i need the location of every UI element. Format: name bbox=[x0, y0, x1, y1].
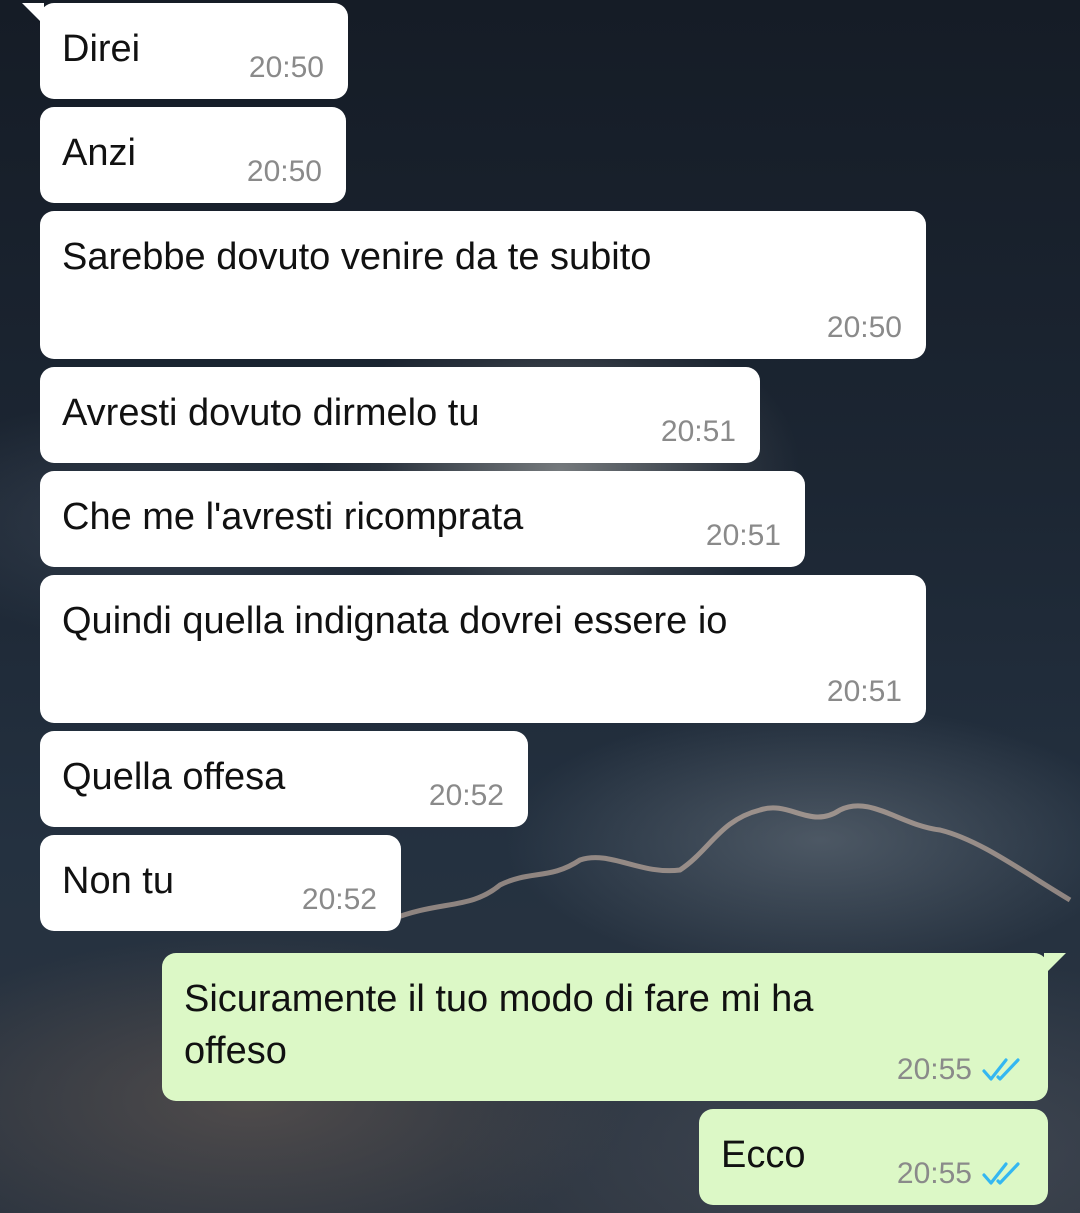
incoming-message[interactable]: Non tu 20:52 bbox=[40, 835, 401, 931]
incoming-message[interactable]: Sarebbe dovuto venire da te subito 20:50 bbox=[40, 211, 926, 359]
message-time: 20:51 bbox=[826, 675, 902, 708]
message-text: Che me l'avresti ricomprata bbox=[62, 496, 524, 538]
message-time: 20:50 bbox=[826, 311, 902, 344]
message-time: 20:52 bbox=[301, 883, 377, 916]
message-text: Quindi quella indignata dovrei essere io bbox=[62, 600, 728, 642]
incoming-message[interactable]: Quella offesa 20:52 bbox=[40, 731, 528, 827]
incoming-message[interactable]: Anzi 20:50 bbox=[40, 107, 346, 203]
message-text: Sicuramente il tuo modo di fare mi ha of… bbox=[184, 978, 814, 1072]
message-text: Avresti dovuto dirmelo tu bbox=[62, 392, 480, 434]
double-check-icon bbox=[982, 1162, 1020, 1185]
outgoing-message[interactable]: Ecco 20:55 bbox=[699, 1109, 1048, 1205]
outgoing-message[interactable]: Sicuramente il tuo modo di fare mi ha of… bbox=[162, 953, 1066, 1101]
incoming-message[interactable]: Quindi quella indignata dovrei essere io… bbox=[40, 575, 926, 723]
incoming-message[interactable]: Avresti dovuto dirmelo tu 20:51 bbox=[40, 367, 760, 463]
message-time: 20:55 bbox=[897, 1157, 1024, 1191]
incoming-message[interactable]: Direi 20:50 bbox=[22, 3, 348, 99]
bubble-tail bbox=[1044, 953, 1066, 975]
incoming-message[interactable]: Che me l'avresti ricomprata 20:51 bbox=[40, 471, 805, 567]
message-time: 20:50 bbox=[248, 51, 324, 84]
bubble-tail bbox=[22, 3, 44, 25]
message-text: Sarebbe dovuto venire da te subito bbox=[62, 236, 652, 278]
message-time: 20:51 bbox=[660, 415, 736, 448]
message-time: 20:55 bbox=[897, 1053, 1024, 1087]
double-check-icon bbox=[982, 1058, 1020, 1081]
message-time: 20:50 bbox=[246, 155, 322, 188]
message-time: 20:52 bbox=[428, 779, 504, 812]
message-time: 20:51 bbox=[705, 519, 781, 552]
